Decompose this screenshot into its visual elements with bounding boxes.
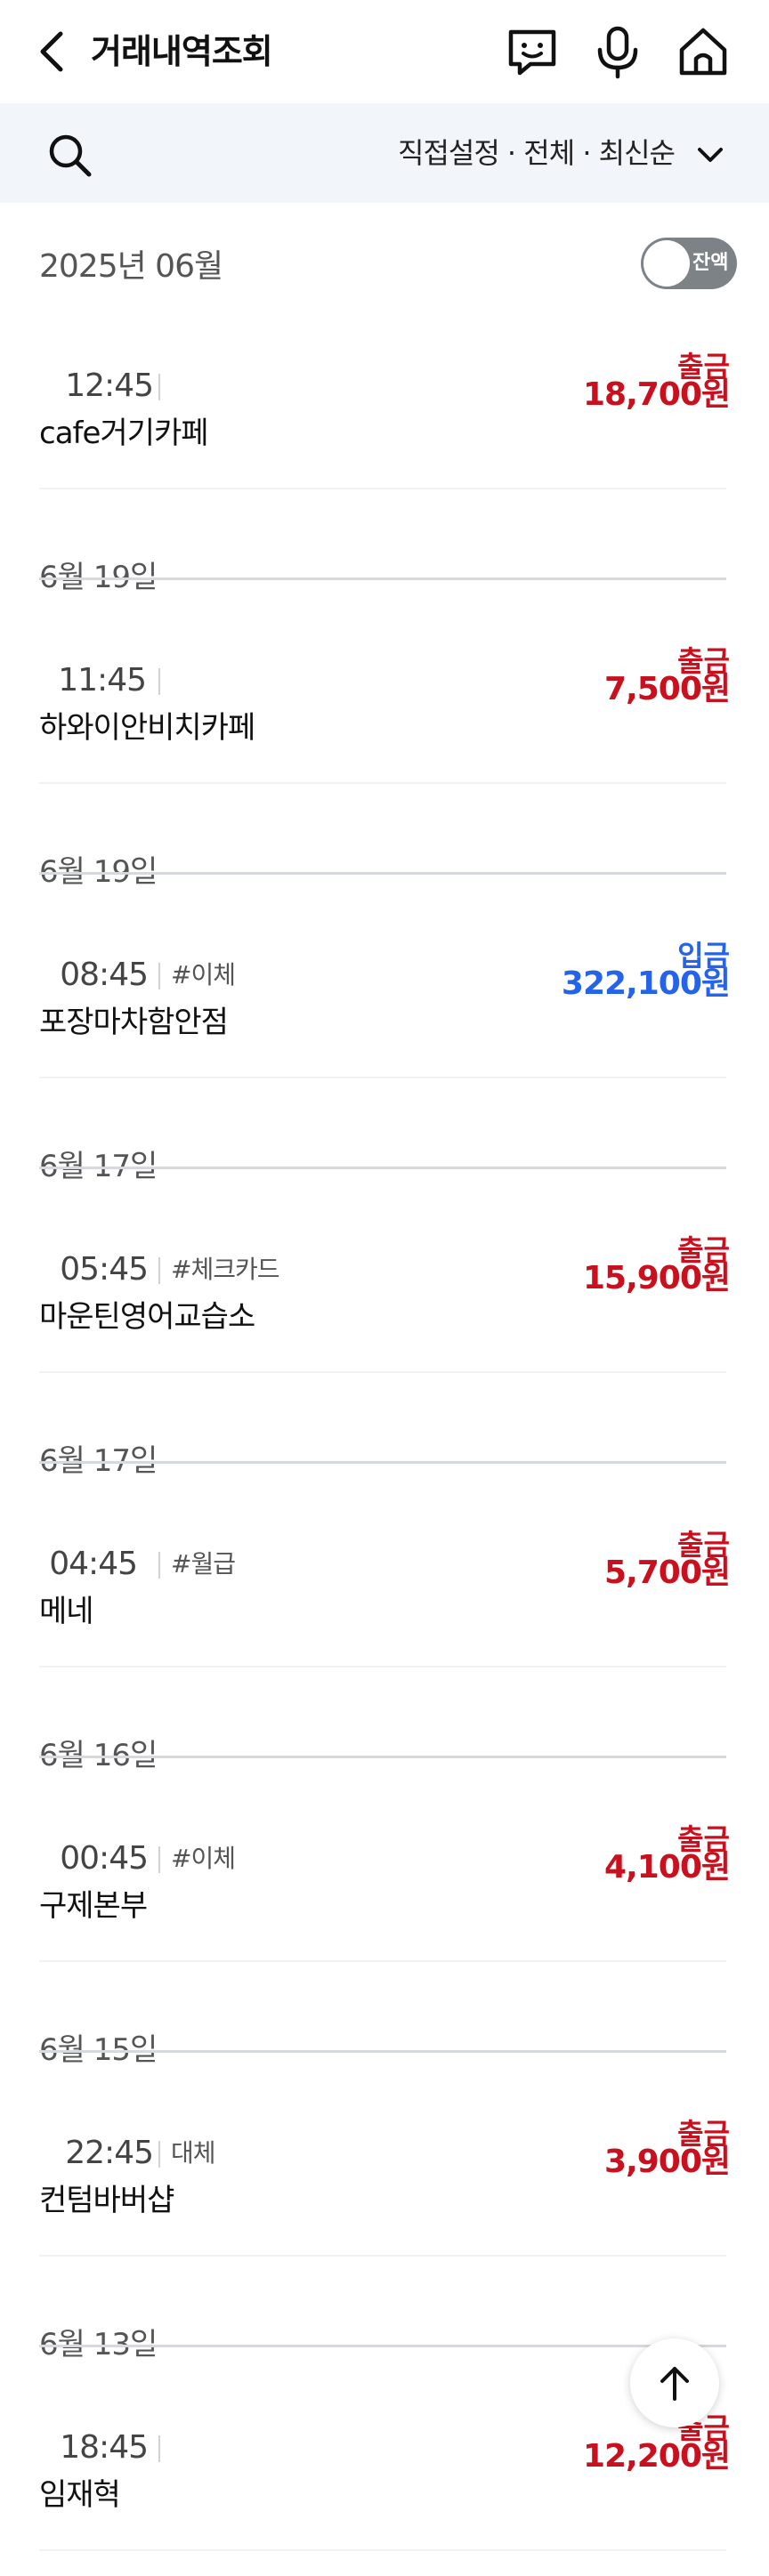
- transaction-time: 22:45: [65, 2135, 154, 2171]
- time-separator: [158, 668, 160, 695]
- transaction-time: 00:45: [60, 1840, 149, 1877]
- transaction-row[interactable]: 08:45 #이체 포장마차함안점 입금 322,100원: [0, 939, 769, 1103]
- row-divider: [39, 1666, 726, 1668]
- time-separator: [158, 1552, 160, 1579]
- transaction-time: 12:45: [65, 367, 154, 404]
- home-icon[interactable]: [675, 23, 732, 80]
- toggle-knob: [644, 240, 690, 287]
- row-divider: [39, 782, 726, 784]
- transaction-time: 08:45: [60, 957, 149, 993]
- row-divider: [39, 488, 726, 489]
- row-divider: [39, 2549, 726, 2551]
- back-icon[interactable]: [32, 27, 75, 77]
- transaction-name: 마운틴영어교습소: [39, 1299, 255, 1335]
- time-separator: [158, 1257, 160, 1284]
- time-separator: [158, 2435, 160, 2462]
- transaction-tag: #월급: [171, 1549, 236, 1579]
- transaction-time: 05:45: [60, 1251, 149, 1288]
- transaction-name: 메네: [39, 1594, 94, 1629]
- date-header: 6월 17일: [39, 1149, 158, 1184]
- search-icon[interactable]: [45, 130, 94, 180]
- transaction-name: 구제본부: [39, 1888, 148, 1924]
- transaction-amount: 18,700원: [582, 376, 731, 413]
- date-divider: [39, 1461, 726, 1464]
- date-header: 6월 19일: [39, 854, 158, 890]
- balance-toggle[interactable]: 잔액: [641, 238, 737, 289]
- transaction-row[interactable]: 18:45 임재혁 출금 12,200원: [0, 2411, 769, 2576]
- transaction-amount: 7,500원: [604, 671, 731, 707]
- date-divider: [39, 1167, 726, 1169]
- transaction-name: 포장마차함안점: [39, 1005, 229, 1040]
- transaction-time: 04:45: [49, 1546, 138, 1582]
- row-divider: [39, 1371, 726, 1373]
- date-divider: [39, 2050, 726, 2053]
- date-header: 6월 17일: [39, 1443, 158, 1479]
- transaction-name: 임재혁: [39, 2477, 121, 2513]
- row-divider: [39, 1960, 726, 1962]
- transaction-name: 컨텀바버샵: [39, 2183, 174, 2218]
- date-header: 6월 19일: [39, 560, 158, 595]
- date-header: 6월 13일: [39, 2327, 158, 2362]
- chatbot-icon[interactable]: [504, 23, 561, 80]
- transaction-amount: 12,200원: [582, 2438, 731, 2475]
- transaction-tag: #이체: [171, 960, 236, 989]
- chevron-down-icon[interactable]: [694, 139, 726, 171]
- scroll-top-button[interactable]: [630, 2338, 719, 2427]
- transaction-row[interactable]: 22:45 대체 컨텀바버샵 출금 3,900원: [0, 2117, 769, 2281]
- transaction-amount: 322,100원: [561, 965, 731, 1002]
- date-divider: [39, 1756, 726, 1758]
- date-divider: [39, 872, 726, 875]
- transaction-amount: 5,700원: [604, 1554, 731, 1591]
- toggle-label: 잔액: [692, 252, 729, 274]
- date-divider: [39, 577, 726, 580]
- transaction-amount: 15,900원: [582, 1260, 731, 1296]
- time-separator: [158, 963, 160, 989]
- row-divider: [39, 1077, 726, 1078]
- microphone-icon[interactable]: [589, 23, 646, 80]
- transaction-row[interactable]: 00:45 #이체 구제본부 출금 4,100원: [0, 1822, 769, 1987]
- transaction-row[interactable]: 04:45 #월급 메네 출금 5,700원: [0, 1528, 769, 1692]
- date-divider: [39, 2345, 726, 2347]
- date-header: 6월 16일: [39, 1738, 158, 1773]
- app-header: 거래내역조회: [0, 0, 769, 103]
- transaction-tag: #이체: [171, 1844, 236, 1873]
- arrow-up-icon: [660, 2367, 689, 2401]
- month-label: 2025년 06월: [39, 248, 223, 285]
- page-title: 거래내역조회: [91, 32, 273, 71]
- transaction-row[interactable]: 12:45 cafe거기카페 출금 18,700원: [0, 350, 769, 514]
- filter-bar: 직접설정 · 전체 · 최신순: [0, 103, 769, 203]
- transaction-amount: 4,100원: [604, 1849, 731, 1886]
- filter-summary[interactable]: 직접설정 · 전체 · 최신순: [398, 128, 676, 178]
- time-separator: [158, 374, 160, 400]
- transaction-tag: 대체: [171, 2138, 216, 2168]
- transaction-amount: 3,900원: [604, 2144, 731, 2180]
- transaction-row[interactable]: 05:45 #체크카드 마운틴영어교습소 출금 15,900원: [0, 1233, 769, 1398]
- row-divider: [39, 2255, 726, 2257]
- transaction-time: 11:45: [58, 662, 147, 699]
- transaction-row[interactable]: 11:45 하와이안비치카페 출금 7,500원: [0, 644, 769, 809]
- transaction-time: 18:45: [60, 2429, 149, 2466]
- date-header: 6월 15일: [39, 2032, 158, 2068]
- time-separator: [158, 2141, 160, 2168]
- time-separator: [158, 1846, 160, 1873]
- transaction-name: cafe거기카페: [39, 416, 209, 451]
- transaction-name: 하와이안비치카페: [39, 710, 255, 746]
- transaction-tag: #체크카드: [171, 1255, 280, 1284]
